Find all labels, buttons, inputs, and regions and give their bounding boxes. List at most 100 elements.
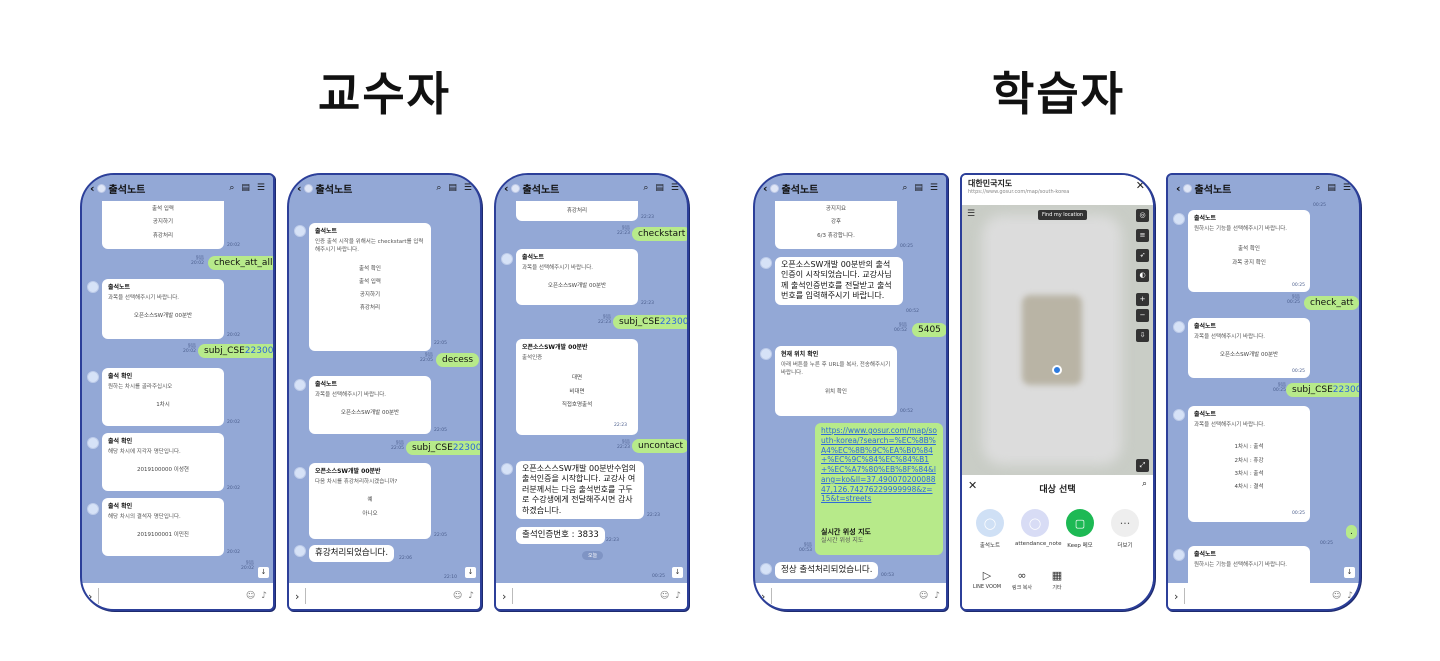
option[interactable]: 오픈소스SW개발 00분반 bbox=[108, 312, 218, 320]
option[interactable]: 아니오 bbox=[315, 510, 425, 518]
option[interactable]: 1차시 bbox=[108, 401, 218, 409]
list-icon[interactable]: ▤ bbox=[655, 183, 664, 193]
list-icon[interactable]: ▤ bbox=[1327, 183, 1336, 193]
compass-icon[interactable]: ➶ bbox=[1136, 249, 1149, 262]
option[interactable]: 오픈소스SW개발 00분반 bbox=[315, 409, 425, 417]
link-url[interactable]: https://www.gosur.com/map/south-korea/?s… bbox=[821, 426, 937, 522]
message-input[interactable] bbox=[771, 588, 912, 604]
list-icon[interactable]: ▤ bbox=[448, 183, 457, 193]
expand-icon[interactable]: › bbox=[1174, 590, 1178, 603]
expand-icon[interactable]: › bbox=[502, 590, 506, 603]
zoom-in-icon[interactable]: + bbox=[1136, 293, 1149, 306]
option[interactable]: 대면 bbox=[522, 374, 632, 382]
emoji-icon[interactable]: ☺ bbox=[246, 591, 255, 601]
share-more[interactable]: ··· 더보기 bbox=[1105, 509, 1145, 549]
expand-icon[interactable]: › bbox=[295, 590, 299, 603]
scroll-down-icon[interactable]: ↓ bbox=[258, 567, 269, 578]
option[interactable]: 직접호명출석 bbox=[522, 401, 632, 409]
message-input-bar[interactable]: › ☺ ♪ bbox=[496, 583, 687, 609]
share-target-attendance-note[interactable]: ◯ attendance_note bbox=[1015, 509, 1061, 547]
option[interactable]: 3차시 : 출석 bbox=[1194, 470, 1304, 478]
message-input-bar[interactable]: › ☺ ♪ bbox=[1168, 583, 1359, 609]
expand-icon[interactable]: ⤢ bbox=[1136, 459, 1149, 472]
option[interactable]: 1차시 : 출석 bbox=[1194, 443, 1304, 451]
list-icon[interactable]: ▤ bbox=[914, 183, 923, 193]
search-icon[interactable]: ⌕ bbox=[436, 183, 441, 193]
scroll-down-icon[interactable]: ↓ bbox=[672, 567, 683, 578]
back-icon[interactable]: ‹ bbox=[90, 182, 95, 195]
option[interactable]: 출석 입력 bbox=[315, 278, 425, 286]
message-input[interactable] bbox=[1184, 588, 1325, 604]
mic-icon[interactable]: ♪ bbox=[468, 591, 474, 601]
scroll-down-icon[interactable]: ↓ bbox=[1344, 567, 1355, 578]
message-input[interactable] bbox=[98, 588, 239, 604]
list-icon[interactable]: ▤ bbox=[241, 183, 250, 193]
close-icon[interactable]: ✕ bbox=[968, 479, 977, 492]
action-etc[interactable]: ▦ 기타 bbox=[1042, 569, 1072, 591]
back-icon[interactable]: ‹ bbox=[297, 182, 302, 195]
message-input[interactable] bbox=[512, 588, 653, 604]
mic-icon[interactable]: ♪ bbox=[934, 591, 940, 601]
back-icon[interactable]: ‹ bbox=[1176, 182, 1181, 195]
option[interactable]: 공지하기 bbox=[315, 291, 425, 299]
url-bar[interactable]: https://www.gosur.com/map/south-korea bbox=[968, 189, 1147, 195]
search-icon[interactable]: ⌕ bbox=[643, 183, 648, 193]
option[interactable]: 비대면 bbox=[522, 388, 632, 396]
action-line-voom[interactable]: ▷ LINE VOOM bbox=[972, 569, 1002, 590]
message-input[interactable] bbox=[305, 588, 446, 604]
emoji-icon[interactable]: ☺ bbox=[453, 591, 462, 601]
zoom-out-icon[interactable]: − bbox=[1136, 309, 1149, 322]
map-view[interactable]: ☰ Find my location ◎ ≡ ➶ ◐ + − ⇩ ⤢ bbox=[962, 205, 1153, 475]
option[interactable]: 휴강처리 bbox=[315, 304, 425, 312]
option[interactable]: 2019100001 이민진 bbox=[108, 531, 218, 539]
option[interactable]: 예 bbox=[315, 496, 425, 504]
option[interactable]: 휴강처리 bbox=[108, 232, 218, 240]
menu-icon[interactable]: ☰ bbox=[930, 183, 938, 193]
menu-icon[interactable]: ☰ bbox=[464, 183, 472, 193]
emoji-icon[interactable]: ☺ bbox=[660, 591, 669, 601]
menu-icon[interactable]: ☰ bbox=[967, 209, 975, 219]
emoji-icon[interactable]: ☺ bbox=[919, 591, 928, 601]
option[interactable]: 출석 확인 bbox=[315, 265, 425, 273]
option[interactable]: 위치 확인 bbox=[781, 388, 891, 396]
share-target-attendance[interactable]: ◯ 출석노트 bbox=[970, 509, 1010, 549]
locate-icon[interactable]: ◎ bbox=[1136, 209, 1149, 222]
option[interactable]: 2차시 : 휴강 bbox=[1194, 457, 1304, 465]
expand-icon[interactable]: › bbox=[761, 590, 765, 603]
search-icon[interactable]: ⌕ bbox=[229, 183, 234, 193]
close-icon[interactable]: ✕ bbox=[1136, 179, 1145, 192]
message-input-bar[interactable]: › ☺ ♪ bbox=[82, 583, 273, 609]
emoji-icon[interactable]: ☺ bbox=[1332, 591, 1341, 601]
back-icon[interactable]: ‹ bbox=[763, 182, 768, 195]
action-copy-link[interactable]: ∞ 링크 복사 bbox=[1007, 569, 1037, 591]
menu-icon[interactable]: ☰ bbox=[257, 183, 265, 193]
find-location-button[interactable]: Find my location bbox=[1038, 210, 1088, 220]
back-icon[interactable]: ‹ bbox=[504, 182, 509, 195]
menu-icon[interactable]: ☰ bbox=[1343, 183, 1351, 193]
mic-icon[interactable]: ♪ bbox=[675, 591, 681, 601]
option[interactable]: 오픈소스SW개발 00분반 bbox=[522, 282, 632, 290]
expand-icon[interactable]: › bbox=[88, 590, 92, 603]
download-icon[interactable]: ⇩ bbox=[1136, 329, 1149, 342]
scroll-down-icon[interactable]: ↓ bbox=[465, 567, 476, 578]
layers-icon[interactable]: ≡ bbox=[1136, 229, 1149, 242]
option[interactable]: 공지하기 bbox=[108, 218, 218, 226]
search-icon[interactable]: ⌕ bbox=[1315, 183, 1320, 193]
option[interactable]: 2019100000 이성현 bbox=[108, 466, 218, 474]
option[interactable]: 과목 공지 확인 bbox=[1194, 259, 1304, 267]
mic-icon[interactable]: ♪ bbox=[261, 591, 267, 601]
message-input-bar[interactable]: › ☺ ♪ bbox=[289, 583, 480, 609]
option[interactable]: 출석 입력 bbox=[108, 205, 218, 213]
share-target-keep[interactable]: ▢ Keep 메모 bbox=[1060, 509, 1100, 549]
option[interactable]: 휴강처리 bbox=[522, 207, 632, 215]
search-icon[interactable]: ⌕ bbox=[1142, 479, 1147, 489]
menu-icon[interactable]: ☰ bbox=[671, 183, 679, 193]
link-message[interactable]: https://www.gosur.com/map/south-korea/?s… bbox=[815, 423, 943, 555]
message-input-bar[interactable]: › ☺ ♪ bbox=[755, 583, 946, 609]
option[interactable]: 출석 확인 bbox=[1194, 245, 1304, 253]
option[interactable]: 오픈소스SW개발 00분반 bbox=[1194, 351, 1304, 359]
mic-icon[interactable]: ♪ bbox=[1347, 591, 1353, 601]
option[interactable]: 4차시 : 결석 bbox=[1194, 483, 1304, 491]
globe-icon[interactable]: ◐ bbox=[1136, 269, 1149, 282]
search-icon[interactable]: ⌕ bbox=[902, 183, 907, 193]
